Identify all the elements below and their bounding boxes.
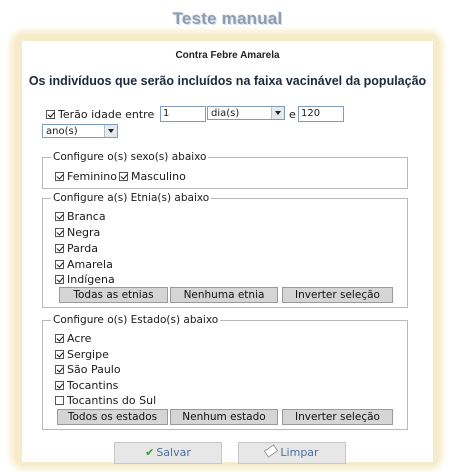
checkbox[interactable] [55,260,64,269]
checkbox[interactable] [55,396,64,405]
invert-ethnicities-button[interactable]: Inverter seleção [282,287,393,303]
age-from-unit-value: dia(s) [211,108,240,119]
select-no-ethnicities-button[interactable]: Nenhuma etnia [170,287,278,303]
checkbox[interactable] [55,244,64,253]
option-label: Tocantins [67,379,119,392]
save-button[interactable]: ✔ Salvar [114,442,222,464]
checkbox[interactable] [55,350,64,359]
ethnicity-option-indigena[interactable]: Indígena [55,273,115,286]
age-checkbox[interactable] [46,110,55,119]
option-label: Parda [67,242,98,255]
age-to-input[interactable]: 120 [298,106,344,122]
page-title: Teste manual [172,9,283,28]
state-option-tocantins[interactable]: Tocantins [55,379,118,392]
state-legend: Configure o(s) Estado(s) abaixo [51,314,221,326]
age-to-unit-value: ano(s) [46,126,78,137]
clear-button[interactable]: Limpar [238,442,346,464]
checkbox[interactable] [55,365,64,374]
and-label: e [289,108,296,121]
option-label: Masculino [131,170,186,183]
option-label: Negra [67,226,101,239]
sex-option-feminino[interactable]: Feminino [55,170,117,183]
checkbox[interactable] [55,334,64,343]
option-label: Tocantins do Sul [67,394,157,407]
sex-legend: Configure o(s) sexo(s) abaixo [51,151,209,163]
sex-option-masculino[interactable]: Masculino [119,170,186,183]
ethnicity-option-amarela[interactable]: Amarela [55,258,113,271]
checkbox[interactable] [55,228,64,237]
form-subtitle: Contra Febre Amarela [175,50,280,61]
option-label: Feminino [67,170,117,183]
age-from-unit-select[interactable]: dia(s) [207,106,285,120]
select-all-states-button[interactable]: Todos os estados [57,409,168,425]
checkbox[interactable] [55,381,64,390]
option-label: Acre [67,332,92,345]
ethnicity-option-parda[interactable]: Parda [55,242,98,255]
state-option-sao-paulo[interactable]: São Paulo [55,363,121,376]
select-all-ethnicities-button[interactable]: Todas as etnias [59,287,168,303]
ethnicity-option-negra[interactable]: Negra [55,226,100,239]
chevron-down-icon [271,107,284,119]
eraser-icon [264,444,279,458]
checkbox[interactable] [55,275,64,284]
save-label: Salvar [156,446,191,459]
clear-label: Limpar [280,446,319,459]
state-option-acre[interactable]: Acre [55,332,91,345]
age-from-input[interactable]: 1 [160,106,206,122]
checkbox[interactable] [55,212,64,221]
select-no-states-button[interactable]: Nenhum estado [170,409,278,425]
option-label: Branca [67,210,106,223]
checkbox[interactable] [55,172,64,181]
ethnicity-option-branca[interactable]: Branca [55,210,106,223]
invert-states-button[interactable]: Inverter seleção [282,409,393,425]
checkmark-icon: ✔ [145,446,155,459]
checkbox[interactable] [119,172,128,181]
form-heading: Os indivíduos que serão incluídos na fai… [28,74,427,88]
state-option-sergipe[interactable]: Sergipe [55,348,109,361]
age-row: Terão idade entre [46,108,154,121]
option-label: Sergipe [67,348,109,361]
ethnicity-legend: Configure a(s) Etnia(s) abaixo [51,192,212,204]
option-label: Amarela [67,258,113,271]
option-label: Indígena [67,273,115,286]
age-to-unit-select[interactable]: ano(s) [42,124,118,138]
state-option-tocantins-do-sul[interactable]: Tocantins do Sul [55,394,156,407]
chevron-down-icon [104,125,117,137]
option-label: São Paulo [67,363,121,376]
age-label: Terão idade entre [58,108,155,121]
